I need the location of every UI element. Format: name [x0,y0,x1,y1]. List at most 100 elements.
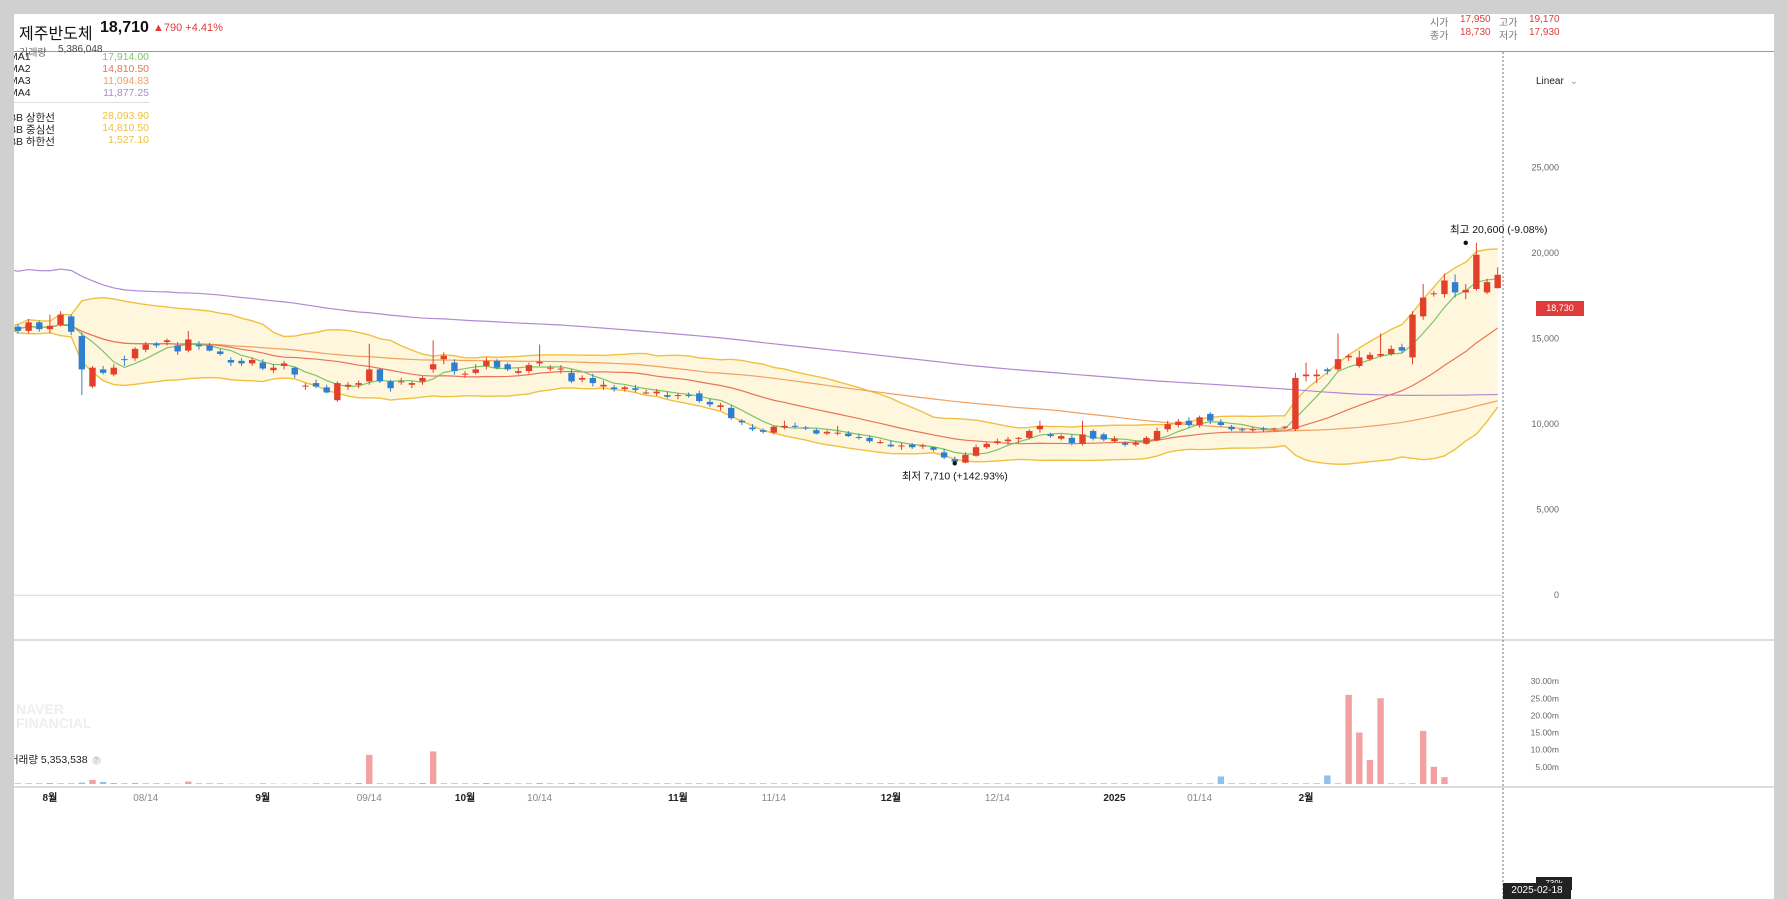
candle-body [131,348,139,359]
volume-bar [68,783,75,784]
candle-body [334,383,341,401]
volume-bar [1036,783,1044,784]
candle-body [664,395,671,397]
candle-body [227,359,235,363]
volume-bar [1430,766,1437,784]
candle-body [610,387,618,390]
candle-body [855,436,863,438]
candle-body [578,377,586,380]
volume-tick-label: 15.00m [1531,728,1559,738]
candle-body [1036,425,1044,430]
candle-body [919,445,927,447]
price-tick-label: 25,000 [1531,163,1559,173]
candle-body [25,322,32,331]
price-tick-label: 5,000 [1536,505,1559,515]
candle-body [983,443,990,448]
volume-bar [1260,783,1267,784]
volume-bar [536,782,543,784]
candle-body [962,454,969,463]
candle-body [1260,428,1267,430]
candle-body [642,392,650,394]
candle-body [419,377,426,382]
scale-mode-button[interactable]: Linear ⌄ [1536,76,1578,87]
candle-body [845,433,852,437]
legend-bb-lower-name: BB 하한선 [9,136,55,148]
candle-body [195,344,203,347]
annotation-marker [952,461,957,466]
volume-bar [802,783,809,784]
candle-body [1313,374,1320,377]
candle-body [344,384,352,387]
volume-bar [14,783,22,784]
candle-body [791,425,799,427]
volume-bar [685,783,692,784]
candle-body [1164,424,1171,430]
x-tick-label: 12/14 [985,793,1010,804]
volume-bar [1121,783,1129,784]
candle-body [1111,438,1118,442]
candle-body [1430,293,1437,295]
candle-body [14,326,22,331]
volume-bar [983,783,990,784]
volume-bar [142,783,149,784]
volume-bar [855,783,863,784]
candle-body [770,426,777,433]
x-tick-label: 08/14 [133,793,158,804]
price-chart[interactable]: 0 5,000 10,000 15,000 20,000 25,000 최고 20,600 … [14,52,1774,899]
x-tick-label: 8월 [43,792,58,804]
candle-body [1270,428,1278,430]
legend-divider [9,102,149,103]
volume-bar [557,783,565,784]
candle-body [536,361,543,364]
volume-bar [1143,783,1150,784]
candle-body [823,431,831,434]
legend-bb-upper-value: 28,093.90 [102,110,149,122]
volume-bar [153,783,160,784]
volume-bar [589,783,597,784]
candle-body [376,369,384,382]
volume-bar [908,783,916,784]
volume-bar [781,783,788,784]
info-icon[interactable]: ? [91,755,101,765]
candle-body [408,383,416,385]
volume-bar [46,782,54,784]
volume-bar [578,783,586,784]
candle-body [887,444,895,447]
chart-window: 제주반도체 18,710 ▲790 +4.41% 거래량 5,386,048 시… [9,14,1774,899]
volume-bar [1366,760,1374,784]
legend-ma4-value: 11,877.25 [103,87,149,99]
candle-body [696,393,703,402]
candle-body [1100,434,1107,440]
volume-bar [951,783,958,784]
candle-body [547,367,554,369]
x-tick-label: 11/14 [762,793,787,804]
volume-bar [1334,783,1342,784]
annotation-low: 최저 7,710 (+142.93%) [902,470,1008,482]
candle-body [312,383,320,387]
candle-body [834,432,841,434]
candle-body [515,371,522,373]
volume-bar [1324,775,1331,784]
close-label: 종가 [1430,31,1449,42]
volume-tick-label: 10.00m [1531,745,1559,755]
volume-bar [791,783,799,784]
volume-bar [664,783,671,784]
volume-bar [653,783,660,784]
volume-bar [440,783,447,784]
candle-body [1153,430,1161,441]
candle-body [451,362,458,372]
volume-bar [163,783,171,784]
candle-body [1345,355,1352,358]
legend-ma1-value: 17,914.00 [102,51,149,63]
candle-body [1217,422,1225,425]
candle-body [738,420,746,423]
candle-body [1356,357,1363,366]
chart-header: 제주반도체 18,710 ▲790 +4.41% 거래량 5,386,048 시… [14,14,1774,59]
volume-bar [355,782,362,784]
candle-body [1026,430,1033,438]
watermark-line-2: FINANCIAL [16,715,92,731]
candle-body [270,367,277,371]
candle-body [504,364,511,370]
volume-bar [1153,783,1161,784]
volume-bar [110,782,117,784]
